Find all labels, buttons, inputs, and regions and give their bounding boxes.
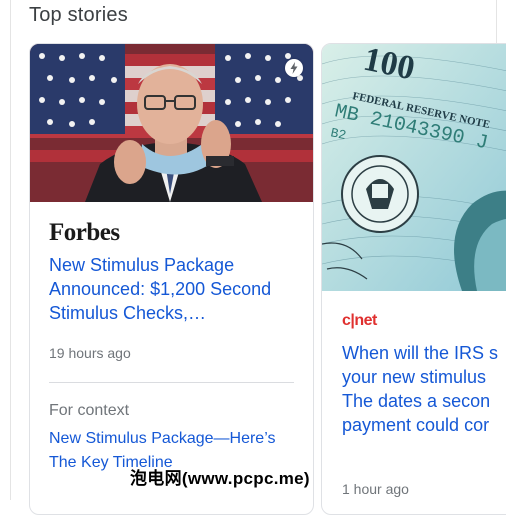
story-headline-2-line: When will the IRS s bbox=[342, 343, 499, 363]
context-label: For context bbox=[49, 402, 130, 419]
publisher-logo-forbes: Forbes bbox=[49, 219, 120, 246]
svg-text:B2: B2 bbox=[329, 125, 347, 143]
story-card-1[interactable]: Forbes New Stimulus Package Announced: $… bbox=[29, 43, 314, 515]
story-headline-1[interactable]: New Stimulus Package Announced: $1,200 S… bbox=[49, 253, 304, 325]
story-headline-2-line: payment could cor bbox=[342, 415, 490, 435]
story-card-2[interactable]: 100 FEDERAL RESERVE NOTE MB 21043390 J B… bbox=[321, 43, 506, 515]
amp-lightning-icon bbox=[285, 59, 303, 77]
story-headline-2-line: The dates a secon bbox=[342, 391, 491, 411]
story-thumbnail-2[interactable]: 100 FEDERAL RESERVE NOTE MB 21043390 J B… bbox=[322, 44, 506, 291]
watermark-text: 泡电网(www.pcpc.me) bbox=[130, 469, 310, 488]
story-timestamp-2: 1 hour ago bbox=[342, 481, 409, 497]
story-headline-2-line: your new stimulus bbox=[342, 367, 487, 387]
publisher-logo-cnet: c|net bbox=[342, 312, 377, 329]
divider bbox=[49, 382, 294, 383]
story-timestamp-1: 19 hours ago bbox=[49, 345, 131, 361]
section-title: Top stories bbox=[29, 4, 128, 26]
story-thumbnail-1[interactable] bbox=[30, 44, 313, 202]
story-headline-2[interactable]: When will the IRS s your new stimulus Th… bbox=[342, 341, 506, 437]
